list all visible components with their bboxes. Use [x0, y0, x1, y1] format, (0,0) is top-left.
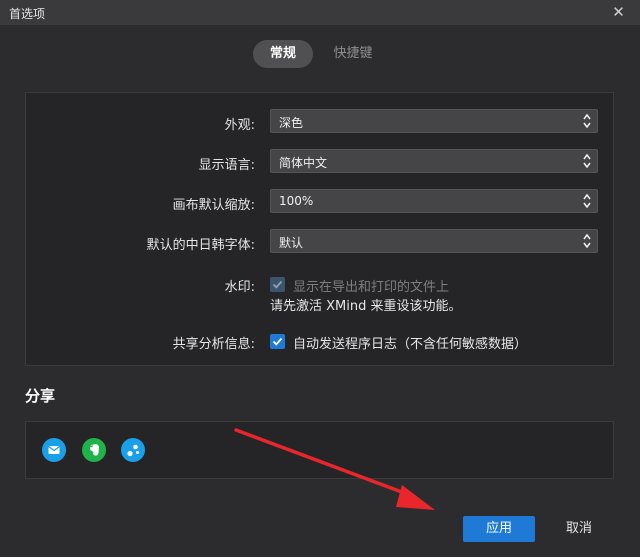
cancel-button[interactable]: 取消	[544, 516, 614, 542]
analytics-label: 共享分析信息:	[172, 337, 255, 352]
zoom-value: 100%	[279, 194, 314, 208]
appearance-select[interactable]: 深色	[270, 109, 598, 133]
updown-chevron-icon	[583, 233, 591, 249]
evernote-icon[interactable]	[82, 438, 106, 462]
updown-chevron-icon	[583, 193, 591, 209]
tab-shortcuts[interactable]: 快捷键	[323, 40, 383, 68]
appearance-value: 深色	[279, 116, 304, 130]
cjk-font-value: 默认	[279, 236, 304, 250]
mail-icon[interactable]	[42, 438, 66, 462]
appearance-label: 外观:	[224, 118, 255, 133]
check-icon	[272, 280, 283, 289]
cjk-font-label: 默认的中日韩字体:	[146, 238, 255, 253]
annotation-arrow-icon	[234, 428, 435, 510]
language-select[interactable]: 简体中文	[270, 149, 598, 173]
updown-chevron-icon	[583, 153, 591, 169]
watermark-note: 请先激活 XMind 来重设该功能。	[270, 299, 462, 314]
apply-button[interactable]: 应用	[463, 516, 535, 542]
analytics-checkbox[interactable]	[270, 334, 285, 349]
title-bar: 首选项 ✕	[0, 0, 640, 25]
preferences-dialog: 首选项 ✕ 常规 快捷键 外观: 深色 显示语言: 简体中文 画布默认缩放: 1…	[0, 0, 640, 557]
zoom-select[interactable]: 100%	[270, 189, 598, 213]
share-service-icon[interactable]	[121, 438, 145, 462]
watermark-checkbox-label: 显示在导出和打印的文件上	[293, 280, 450, 295]
analytics-checkbox-label[interactable]: 自动发送程序日志（不含任何敏感数据）	[293, 333, 527, 352]
watermark-checkbox	[270, 277, 285, 292]
watermark-label: 水印:	[224, 280, 255, 295]
zoom-label: 画布默认缩放:	[172, 198, 255, 213]
share-section-title: 分享	[25, 387, 56, 405]
tab-bar: 常规 快捷键	[0, 40, 640, 68]
window-title: 首选项	[9, 7, 46, 21]
tab-general[interactable]: 常规	[253, 40, 313, 68]
updown-chevron-icon	[583, 113, 591, 129]
cjk-font-select[interactable]: 默认	[270, 229, 598, 253]
language-label: 显示语言:	[198, 158, 255, 173]
check-icon	[272, 337, 283, 346]
language-value: 简体中文	[279, 156, 328, 170]
close-icon[interactable]: ✕	[606, 0, 631, 25]
